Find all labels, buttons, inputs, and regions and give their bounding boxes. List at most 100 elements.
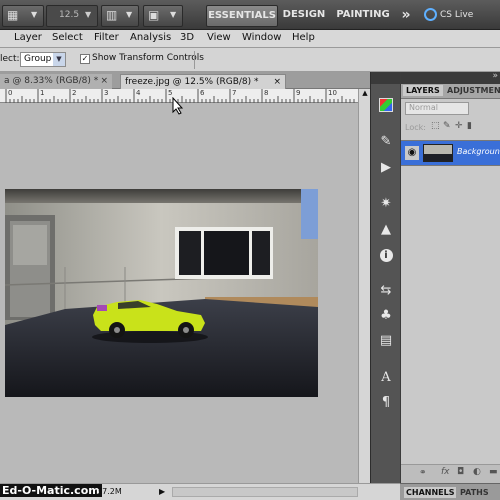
ruler-label: 4 [136,89,141,97]
panel-collapse-icon[interactable]: » [492,71,498,81]
tab-adjustments[interactable]: ADJUSTMENTS [447,86,500,95]
brush-presets-icon[interactable]: ✎ [377,134,395,150]
chevron-down-icon: ▼ [53,53,65,66]
history-icon[interactable]: ⇆ [377,283,395,299]
menu-window[interactable]: Window [242,32,281,43]
layer-style-icon[interactable]: fx [441,467,450,477]
menu-bar: Layer Select Filter Analysis 3D View Win… [0,30,500,48]
lock-move-icon[interactable]: ✛ [455,121,463,131]
blend-mode-value: Normal [409,103,438,112]
actions-icon[interactable]: ♣ [377,308,395,324]
tab-paths[interactable]: PATHS [460,488,489,497]
tab-label: freeze.jpg @ 12.5% (RGB/8) * [125,77,259,87]
vertical-scrollbar[interactable]: ▲ [358,89,370,483]
icon-strip-header [371,72,401,84]
canvas-area[interactable] [0,97,358,483]
menu-3d[interactable]: 3D [180,32,194,43]
panel-footer: ⚭ fx ◘ ◐ ▬ [401,464,500,484]
layer-name: Background [457,147,500,156]
chevron-down-icon: ▼ [126,10,133,19]
tab-channels[interactable]: CHANNELS [404,487,457,498]
panel-header: » [401,71,500,84]
auto-select-label: lect: [0,54,20,64]
chevron-down-icon: ▼ [31,10,38,19]
color-swatch-icon[interactable] [377,98,395,114]
screen-mode-dropdown[interactable]: ▣ ▼ [143,5,183,27]
options-bar: lect: Group ▼ ✓ Show Transform Controls [0,48,500,72]
arrange-icon: ▥ [106,8,118,22]
lock-all-icon[interactable]: ▮ [467,121,472,131]
add-mask-icon[interactable]: ◘ [457,467,464,477]
layer-thumbnail [423,144,453,162]
lock-brush-icon[interactable]: ✎ [443,121,451,131]
horizontal-scrollbar[interactable] [172,487,358,497]
link-layers-icon[interactable]: ⚭ [419,468,427,478]
menu-layer[interactable]: Layer [14,32,42,43]
tab-layers[interactable]: LAYERS [403,85,443,96]
blend-mode-dropdown[interactable]: Normal [405,102,469,115]
lock-row: Lock: ⬚ ✎ ✛ ▮ [405,121,499,135]
new-group-icon[interactable]: ▬ [489,467,498,477]
zoom-level-dropdown[interactable]: 12.5 ▼ [46,5,98,27]
ruler-label: 3 [104,89,109,97]
menu-view[interactable]: View [207,32,231,43]
workspace-design[interactable]: DESIGN [280,5,328,25]
tab-label: a @ 8.33% (RGB/8) * [4,76,99,86]
workspace-painting[interactable]: PAINTING [336,5,390,25]
view-extras-dropdown[interactable]: ▦ ▼ [2,5,44,27]
ruler-label: 0 [8,89,13,97]
navigator-icon[interactable]: ▤ [377,333,395,349]
more-workspaces-button[interactable]: » [396,5,416,25]
cs-live-button[interactable]: CS Live [424,5,498,25]
workspace-essentials[interactable]: ESSENTIALS [206,5,278,27]
document-size: 37.2M [97,487,122,496]
document-tab-bar: a @ 8.33% (RGB/8) * × freeze.jpg @ 12.5%… [0,72,370,89]
ruler-label: 5 [168,89,173,97]
ruler-label: 7 [232,89,237,97]
ruler-label: 6 [200,89,205,97]
paragraph-icon[interactable]: ¶ [377,395,395,411]
cs-live-label: CS Live [440,10,474,20]
clone-source-icon[interactable]: ▶ [377,160,395,176]
chevron-down-icon: ▼ [170,10,177,19]
menu-help[interactable]: Help [292,32,315,43]
ruler-label: 2 [72,89,77,97]
show-transform-controls-checkbox[interactable]: ✓ [80,54,90,64]
menu-filter[interactable]: Filter [94,32,119,43]
bottom-panel-tabs: CHANNELS PATHS [400,483,500,500]
lock-pixels-icon[interactable]: ⬚ [431,121,440,131]
watermark-logo: Ed-O-Matic.com [0,484,102,497]
new-adjustment-icon[interactable]: ◐ [473,467,481,477]
document-image[interactable] [5,189,318,397]
application-bar: ▦ ▼ 12.5 ▼ ▥ ▼ ▣ ▼ ESSENTIALS DESIGN PAI… [0,0,500,30]
lock-label: Lock: [405,123,426,132]
layers-panel: » LAYERS ADJUSTMENTS Normal Lock: ⬚ ✎ ✛ … [400,71,500,484]
status-menu-arrow[interactable]: ▶ [159,487,165,496]
close-icon[interactable]: × [100,74,108,88]
info-icon[interactable]: i [377,247,395,263]
mouse-cursor [172,97,184,115]
scroll-up-arrow[interactable]: ▲ [360,89,370,99]
character-icon[interactable]: A [377,370,395,386]
zoom-level-value: 12.5 [59,10,80,20]
eye-icon[interactable]: ◉ [405,146,419,160]
ruler-label: 1 [40,89,45,97]
show-transform-controls-label: Show Transform Controls [92,53,204,63]
adjustments-icon[interactable]: ✷ [377,196,395,212]
tab-freeze-jpg[interactable]: freeze.jpg @ 12.5% (RGB/8) * × [120,74,286,89]
status-bar: Ed-O-Matic.com 37.2M ▶ [0,483,400,500]
close-icon[interactable]: × [273,75,281,89]
arrange-documents-dropdown[interactable]: ▥ ▼ [101,5,139,27]
tab-document-1[interactable]: a @ 8.33% (RGB/8) * × [0,74,112,89]
chevron-down-icon: ▼ [85,10,92,19]
layer-row-background[interactable]: ◉ Background [401,140,500,166]
menu-select[interactable]: Select [52,32,83,43]
panel-icon-strip: ✎ ▶ ✷ ▲ i ⇆ ♣ ▤ A ¶ [370,72,401,483]
masks-icon[interactable]: ▲ [377,222,395,238]
auto-select-value: Group [24,54,52,64]
auto-select-dropdown[interactable]: Group ▼ [20,52,66,67]
menu-analysis[interactable]: Analysis [130,32,171,43]
ruler-label: 8 [264,89,269,97]
panel-tab-bar: LAYERS ADJUSTMENTS [401,84,500,99]
screen-mode-icon: ▣ [148,8,160,22]
